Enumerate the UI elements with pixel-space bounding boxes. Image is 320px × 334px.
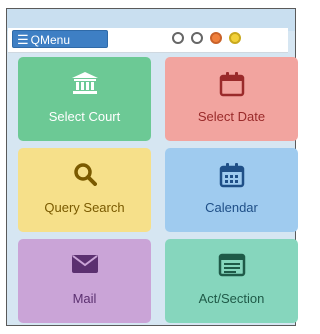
courthouse-icon bbox=[18, 71, 151, 97]
window-dot-2[interactable] bbox=[191, 32, 203, 44]
calendar-icon bbox=[165, 162, 298, 188]
calendar-label: Calendar bbox=[205, 200, 258, 215]
act-section-tile[interactable]: Act/Section bbox=[165, 239, 298, 323]
qmenu-button[interactable]: ☰ QMenu bbox=[12, 30, 108, 48]
select-date-tile[interactable]: Select Date bbox=[165, 57, 298, 141]
act-section-label: Act/Section bbox=[198, 291, 265, 306]
mail-tile[interactable]: Mail bbox=[18, 239, 151, 323]
calendar-tile[interactable]: Calendar bbox=[165, 148, 298, 232]
menu-grid: Select Court Select Date Query Search Ca… bbox=[18, 57, 298, 323]
calendar-date-icon bbox=[165, 71, 298, 97]
hamburger-icon: ☰ bbox=[17, 32, 29, 47]
select-court-tile[interactable]: Select Court bbox=[18, 57, 151, 141]
query-search-label: Query Search bbox=[44, 200, 125, 215]
toolbar: ☰ QMenu bbox=[8, 28, 288, 53]
window-dot-4[interactable] bbox=[229, 32, 241, 44]
qmenu-label: QMenu bbox=[30, 33, 71, 47]
query-search-tile[interactable]: Query Search bbox=[18, 148, 151, 232]
mail-label: Mail bbox=[72, 291, 97, 306]
act-section-icon bbox=[165, 253, 298, 279]
mail-icon bbox=[18, 253, 151, 279]
select-court-label: Select Court bbox=[48, 109, 121, 124]
select-date-label: Select Date bbox=[197, 109, 266, 124]
window-dot-1[interactable] bbox=[172, 32, 184, 44]
search-icon bbox=[18, 162, 151, 188]
window-dot-3[interactable] bbox=[210, 32, 222, 44]
